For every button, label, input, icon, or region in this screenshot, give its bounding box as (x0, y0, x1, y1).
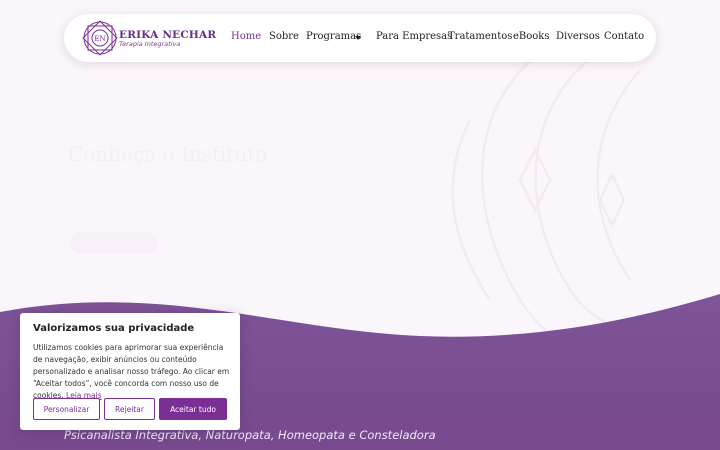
nav-home[interactable]: Home (231, 31, 261, 42)
cookie-customize-button[interactable]: Personalizar (33, 398, 100, 420)
cookie-text: Utilizamos cookies para aprimorar sua ex… (33, 342, 233, 402)
navbar: EN ERIKA NECHAR Terapia Integrativa Home… (64, 14, 656, 62)
cookie-banner: Valorizamos sua privacidade Utilizamos c… (20, 313, 240, 430)
hero-subtitle: Psicanalista Integrativa, Naturopata, Ho… (64, 428, 436, 442)
nav-sobre[interactable]: Sobre (269, 31, 299, 42)
logo-initials: EN (94, 35, 105, 43)
hero-title: Conheça o Instituto (68, 142, 268, 166)
nav-programas[interactable]: Programas (306, 31, 361, 42)
cookie-body: Utilizamos cookies para aprimorar sua ex… (33, 343, 230, 400)
hero-cta-button[interactable] (70, 232, 158, 254)
nav-tratamentos[interactable]: Tratamentos (448, 31, 512, 42)
cookie-title: Valorizamos sua privacidade (33, 323, 195, 334)
nav-contato[interactable]: Contato (604, 31, 644, 42)
logo-icon[interactable]: EN (80, 19, 120, 57)
nav-ebooks[interactable]: eBooks (513, 31, 550, 42)
cookie-accept-button[interactable]: Aceitar tudo (159, 398, 227, 420)
chevron-down-icon[interactable] (355, 36, 361, 40)
nav-diversos[interactable]: Diversos (556, 31, 600, 42)
brand-tagline: Terapia Integrativa (119, 40, 181, 48)
nav-para-empresas[interactable]: Para Empresas (376, 31, 452, 42)
cookie-reject-button[interactable]: Rejeitar (104, 398, 155, 420)
